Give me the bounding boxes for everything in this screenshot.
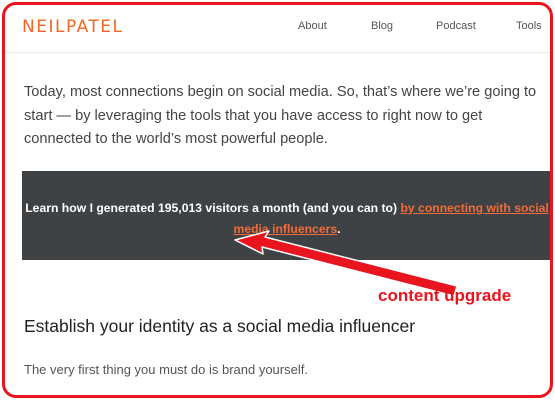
screenshot-frame: NEILPATEL About Blog Podcast Tools Today… [2, 2, 553, 398]
body-paragraph: The very first thing you must do is bran… [24, 362, 308, 377]
annotation-label: content upgrade [378, 286, 512, 305]
section-heading: Establish your identity as a social medi… [24, 316, 416, 336]
annotation-arrow [234, 230, 458, 297]
